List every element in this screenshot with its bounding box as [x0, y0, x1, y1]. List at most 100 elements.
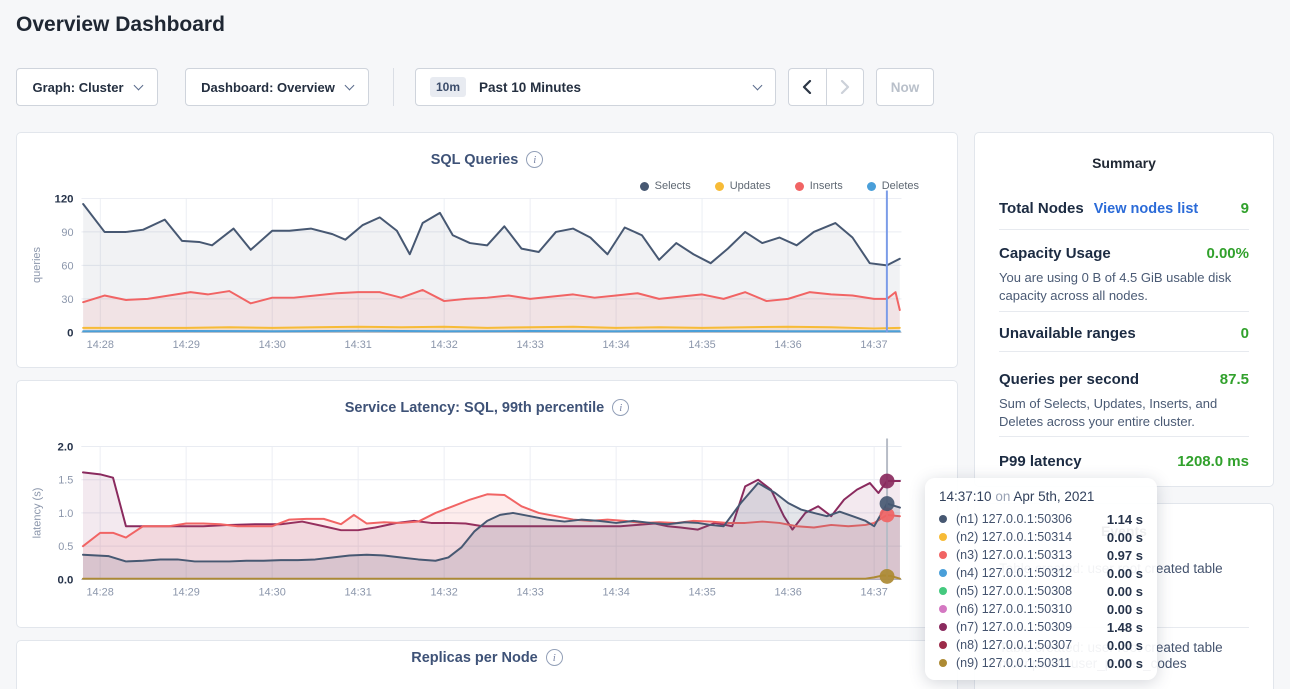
svg-text:14:33: 14:33 [516, 339, 543, 351]
svg-text:1.0: 1.0 [58, 508, 73, 520]
series-dot-icon [939, 641, 947, 649]
svg-text:90: 90 [61, 227, 73, 239]
svg-text:2.0: 2.0 [58, 441, 74, 453]
svg-text:14:33: 14:33 [517, 586, 544, 598]
summary-row-p99-latency: P99 latency 1208.0 ms [999, 453, 1249, 470]
summary-label: Total Nodes [999, 200, 1084, 217]
svg-text:14:34: 14:34 [602, 339, 629, 351]
tooltip-row: (n7) 127.0.0.1:503091.48 s [939, 618, 1143, 636]
summary-value: 9 [1241, 200, 1249, 217]
svg-text:60: 60 [61, 260, 73, 272]
summary-value: 0.00% [1206, 245, 1249, 262]
summary-label: P99 latency [999, 453, 1082, 470]
summary-description: You are using 0 B of 4.5 GiB usable disk… [999, 269, 1253, 304]
summary-description: Sum of Selects, Updates, Inserts, and De… [999, 395, 1253, 430]
svg-text:14:30: 14:30 [259, 339, 286, 351]
series-dot-icon [939, 605, 947, 613]
svg-text:0.0: 0.0 [58, 574, 74, 586]
view-nodes-list-link[interactable]: View nodes list [1094, 201, 1199, 217]
tooltip-rows: (n1) 127.0.0.1:503061.14 s(n2) 127.0.0.1… [939, 510, 1143, 672]
summary-label: Capacity Usage [999, 245, 1111, 262]
svg-text:14:31: 14:31 [344, 586, 371, 598]
svg-text:14:32: 14:32 [431, 339, 458, 351]
series-dot-icon [939, 623, 947, 631]
time-range-picker[interactable]: 10m Past 10 Minutes [415, 68, 776, 106]
time-window-label: Past 10 Minutes [479, 80, 581, 95]
divider [999, 436, 1249, 437]
series-dot-icon [939, 533, 947, 541]
svg-text:14:36: 14:36 [774, 339, 801, 351]
chart-title-replicas-per-node: Replicas per Node [411, 650, 538, 666]
svg-text:14:34: 14:34 [603, 586, 630, 598]
svg-text:120: 120 [55, 193, 74, 205]
summary-label: Queries per second [999, 371, 1139, 388]
tooltip-row: (n8) 127.0.0.1:503070.00 s [939, 636, 1143, 654]
summary-row-queries-per-second: Queries per second 87.5 [999, 371, 1249, 388]
tooltip-row: (n4) 127.0.0.1:503120.00 s [939, 564, 1143, 582]
svg-text:1.5: 1.5 [58, 475, 73, 487]
divider [999, 351, 1249, 352]
tooltip-row: (n6) 127.0.0.1:503100.00 s [939, 600, 1143, 618]
time-next-button[interactable] [826, 68, 865, 106]
svg-text:14:30: 14:30 [258, 586, 285, 598]
chevron-down-icon [753, 80, 763, 90]
svg-text:14:35: 14:35 [689, 586, 716, 598]
tooltip-row: (n9) 127.0.0.1:503110.00 s [939, 654, 1143, 672]
now-button[interactable]: Now [876, 68, 934, 106]
replicas-per-node-chart-card: Replicas per Node i [16, 640, 958, 689]
summary-panel: Summary Total Nodes View nodes list 9 Ca… [974, 132, 1274, 487]
graph-dropdown[interactable]: Graph: Cluster [16, 68, 158, 106]
svg-text:14:29: 14:29 [172, 586, 199, 598]
chevron-left-icon [802, 80, 812, 94]
summary-label: Unavailable ranges [999, 325, 1136, 342]
summary-title: Summary [975, 155, 1273, 171]
tooltip-row: (n1) 127.0.0.1:503061.14 s [939, 510, 1143, 528]
time-nav-buttons [788, 68, 864, 106]
chart-hover-tooltip: 14:37:10 on Apr 5th, 2021 (n1) 127.0.0.1… [925, 478, 1157, 680]
svg-text:14:28: 14:28 [86, 586, 113, 598]
toolbar-divider [393, 68, 394, 106]
service-latency-plot[interactable]: 14:28 14:29 14:30 14:31 14:32 14:33 14:34 14:35… [17, 381, 957, 627]
svg-text:14:31: 14:31 [345, 339, 372, 351]
divider [999, 229, 1249, 230]
graph-dropdown-label: Graph: Cluster [32, 80, 123, 95]
svg-text:14:29: 14:29 [173, 339, 200, 351]
page-title: Overview Dashboard [16, 13, 225, 37]
series-dot-icon [939, 551, 947, 559]
dashboard-dropdown-label: Dashboard: Overview [201, 80, 335, 95]
summary-row-unavailable-ranges: Unavailable ranges 0 [999, 325, 1249, 342]
dashboard-dropdown[interactable]: Dashboard: Overview [185, 68, 369, 106]
svg-text:14:36: 14:36 [775, 586, 802, 598]
tooltip-row: (n3) 127.0.0.1:503130.97 s [939, 546, 1143, 564]
svg-text:14:35: 14:35 [688, 339, 715, 351]
summary-value: 87.5 [1220, 371, 1249, 388]
summary-value: 0 [1241, 325, 1249, 342]
chevron-right-icon [840, 80, 850, 94]
sql-queries-plot[interactable]: 14:28 14:29 14:30 14:31 14:32 14:33 14:34 14:35… [17, 133, 957, 367]
tooltip-timestamp: 14:37:10 on Apr 5th, 2021 [939, 489, 1143, 504]
svg-text:14:37: 14:37 [860, 339, 887, 351]
summary-row-capacity-usage: Capacity Usage 0.00% [999, 245, 1249, 262]
chevron-down-icon [133, 80, 143, 90]
svg-text:0: 0 [67, 327, 73, 339]
info-icon[interactable]: i [546, 649, 563, 666]
series-dot-icon [939, 569, 947, 577]
divider [999, 311, 1249, 312]
svg-text:14:28: 14:28 [87, 339, 114, 351]
svg-text:14:32: 14:32 [430, 586, 457, 598]
tooltip-row: (n5) 127.0.0.1:503080.00 s [939, 582, 1143, 600]
time-window-badge: 10m [430, 77, 466, 97]
summary-row-total-nodes: Total Nodes View nodes list 9 [999, 200, 1249, 217]
series-dot-icon [939, 515, 947, 523]
series-dot-icon [939, 659, 947, 667]
time-prev-button[interactable] [788, 68, 826, 106]
svg-text:30: 30 [61, 294, 73, 306]
replicas-title-row: Replicas per Node i [17, 649, 957, 666]
sql-queries-chart-card: SQL Queries i SelectsUpdatesInsertsDelet… [16, 132, 958, 368]
svg-text:0.5: 0.5 [58, 541, 73, 553]
service-latency-chart-card: Service Latency: SQL, 99th percentile i … [16, 380, 958, 628]
series-dot-icon [939, 587, 947, 595]
overview-dashboard-page: Overview Dashboard Graph: Cluster Dashbo… [0, 0, 1290, 689]
summary-value: 1208.0 ms [1177, 453, 1249, 470]
chevron-down-icon [344, 80, 354, 90]
